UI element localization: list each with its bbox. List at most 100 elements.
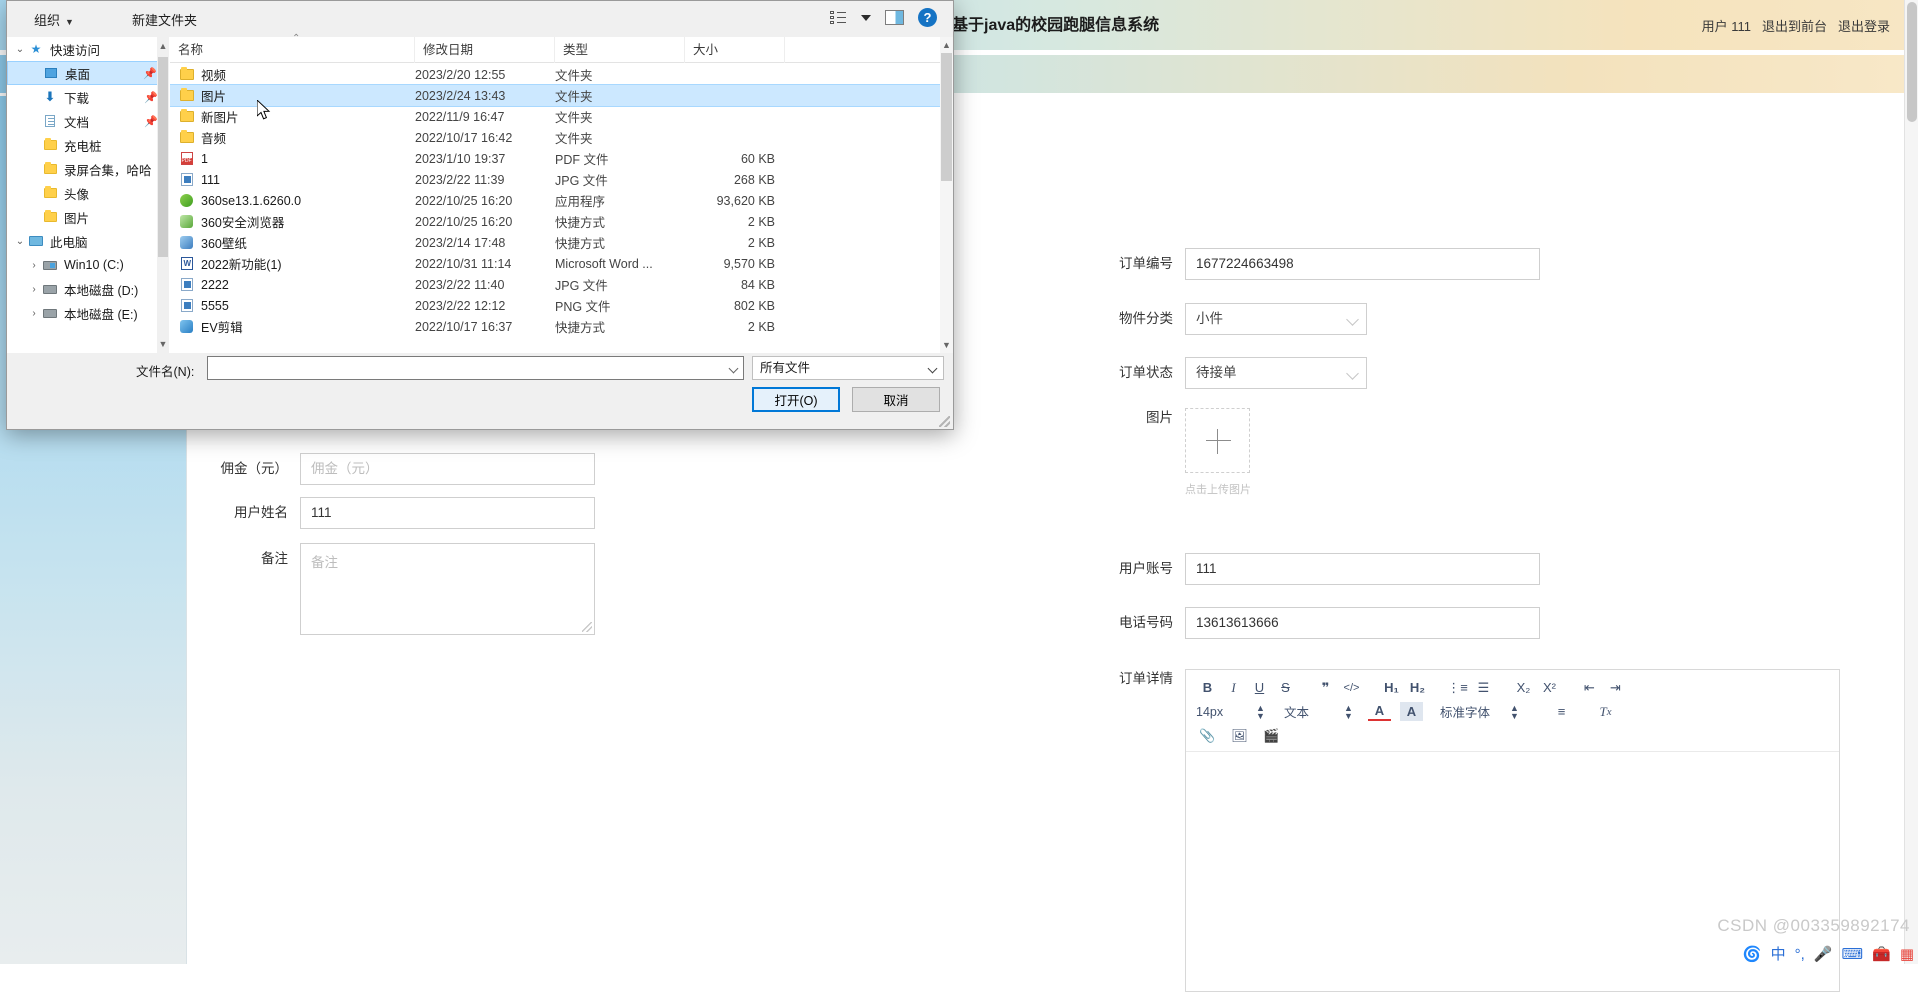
organize-button[interactable]: 组织 ▼ (25, 6, 83, 33)
table-row[interactable]: EV剪辑 2022/10/17 16:37 快捷方式 2 KB (170, 316, 940, 337)
logout-link[interactable]: 退出登录 (1838, 16, 1890, 35)
nav-item-0[interactable]: ⌄ ★ 快速访问 (7, 37, 167, 61)
highlight-color-icon[interactable]: A (1400, 702, 1423, 721)
blockquote-icon[interactable]: ❞ (1314, 678, 1337, 697)
cancel-button[interactable]: 取消 (852, 387, 940, 412)
subscript-icon[interactable]: X₂ (1512, 678, 1535, 697)
logout-to-frontend-link[interactable]: 退出到前台 (1762, 16, 1827, 35)
commission-input[interactable]: 佣金（元） (300, 453, 595, 485)
filetype-select[interactable]: 所有文件 (752, 356, 944, 380)
column-header-size[interactable]: 大小 (685, 36, 785, 63)
underline-icon[interactable]: U (1248, 678, 1271, 697)
scroll-down-icon[interactable]: ▼ (940, 337, 953, 353)
code-icon[interactable]: </> (1340, 678, 1363, 697)
page-scrollbar-thumb[interactable] (1907, 2, 1917, 122)
preview-pane-icon[interactable] (885, 10, 904, 25)
status-select[interactable]: 待接单 (1185, 357, 1367, 389)
browser-tray-icon[interactable]: 🌀 (1743, 947, 1762, 962)
ime-chinese-icon[interactable]: 中 (1771, 947, 1786, 962)
table-row[interactable]: 1 2023/1/10 19:37 PDF 文件 60 KB (170, 148, 940, 169)
outdent-icon[interactable]: ⇤ (1578, 678, 1601, 697)
apps-icon[interactable]: ▦ (1900, 947, 1914, 962)
filename-input[interactable] (207, 356, 744, 380)
table-row[interactable]: 360se13.1.6260.0 2022/10/25 16:20 应用程序 93,6… (170, 190, 940, 211)
column-header-date[interactable]: 修改日期 (415, 36, 555, 63)
file-open-dialog[interactable]: 组织 ▼ 新建文件夹 ? ⌄ ★ 快速访问 桌面 📌 ⬇ 下载 📌 文档 📌 充电桩 录屏合集，哈哈 头像… (6, 0, 954, 430)
unordered-list-icon[interactable]: ☰ (1472, 678, 1495, 697)
block-type-select[interactable]: 文本 ▲ ▼ (1284, 702, 1353, 721)
heading-1-icon[interactable]: H₁ (1380, 678, 1403, 697)
username-input[interactable]: 111 (300, 497, 595, 529)
font-color-icon[interactable]: A (1368, 702, 1391, 721)
nav-item-1[interactable]: 桌面 📌 (7, 61, 167, 85)
rich-text-editor[interactable]: B I U S ❞ </> H₁ H₂ ⋮≡ ☰ X₂ X² ⇤ ⇥ 14px … (1185, 669, 1840, 992)
table-row[interactable]: 360壁纸 2023/2/14 17:48 快捷方式 2 KB (170, 232, 940, 253)
toolbox-icon[interactable]: 🧰 (1872, 947, 1891, 962)
video-icon[interactable]: 🎬 (1260, 726, 1283, 745)
new-folder-button[interactable]: 新建文件夹 (123, 6, 206, 33)
column-header-type[interactable]: 类型 (555, 36, 685, 63)
table-row[interactable]: 5555 2023/2/22 12:12 PNG 文件 802 KB (170, 295, 940, 316)
expand-chevron-icon[interactable]: ⌄ (13, 44, 27, 55)
clear-format-icon[interactable]: Tx (1594, 702, 1617, 721)
page-vertical-scrollbar[interactable] (1904, 0, 1918, 964)
dialog-resize-grip-icon[interactable] (939, 416, 950, 427)
table-row[interactable]: 新图片 2022/11/9 16:47 文件夹 (170, 106, 940, 127)
heading-2-icon[interactable]: H₂ (1406, 678, 1429, 697)
image-upload-button[interactable] (1185, 408, 1250, 473)
help-icon[interactable]: ? (918, 8, 937, 27)
account-input[interactable]: 111 (1185, 553, 1540, 585)
phone-input[interactable]: 13613613666 (1185, 607, 1540, 639)
nav-item-8[interactable]: ⌄ 此电脑 (7, 229, 167, 253)
nav-pane-scrollbar[interactable]: ▲ ▼ (157, 37, 169, 353)
scroll-up-icon[interactable]: ▲ (157, 37, 169, 55)
expand-chevron-icon[interactable]: › (27, 284, 41, 295)
scroll-up-icon[interactable]: ▲ (940, 37, 953, 53)
view-mode-caret-icon[interactable] (861, 14, 871, 21)
pin-icon[interactable]: 📌 (144, 115, 158, 128)
nav-item-2[interactable]: ⬇ 下载 📌 (7, 85, 167, 109)
nav-item-7[interactable]: 图片 (7, 205, 167, 229)
align-icon[interactable]: ≡ (1550, 702, 1573, 721)
nav-item-4[interactable]: 充电桩 (7, 133, 167, 157)
order-no-input[interactable]: 1677224663498 (1185, 248, 1540, 280)
superscript-icon[interactable]: X² (1538, 678, 1561, 697)
navigation-pane[interactable]: ⌄ ★ 快速访问 桌面 📌 ⬇ 下载 📌 文档 📌 充电桩 录屏合集，哈哈 头像 图片 ⌄ 此电脑 › Win10… (7, 37, 167, 353)
table-row[interactable]: 2222 2023/2/22 11:40 JPG 文件 84 KB (170, 274, 940, 295)
nav-item-11[interactable]: › 本地磁盘 (E:) (7, 301, 167, 325)
table-row[interactable]: 视频 2023/2/20 12:55 文件夹 (170, 64, 940, 85)
open-button[interactable]: 打开(O) (752, 387, 840, 412)
pin-icon[interactable]: 📌 (144, 91, 158, 104)
table-row[interactable]: 图片 2023/2/24 13:43 文件夹 (170, 84, 940, 107)
microphone-icon[interactable]: 🎤 (1814, 947, 1833, 962)
italic-icon[interactable]: I (1222, 678, 1245, 697)
view-mode-icon[interactable] (830, 10, 847, 25)
strikethrough-icon[interactable]: S (1274, 678, 1297, 697)
image-icon[interactable]: 🖼 (1228, 726, 1251, 745)
category-select[interactable]: 小件 (1185, 303, 1367, 335)
ime-punctuation-icon[interactable]: °, (1795, 947, 1805, 962)
nav-scrollbar-thumb[interactable] (158, 57, 168, 257)
table-row[interactable]: 音频 2022/10/17 16:42 文件夹 (170, 127, 940, 148)
table-row[interactable]: 360安全浏览器 2022/10/25 16:20 快捷方式 2 KB (170, 211, 940, 232)
pin-icon[interactable]: 📌 (143, 67, 157, 80)
font-size-select[interactable]: 14px ▲ ▼ (1196, 703, 1265, 720)
nav-item-3[interactable]: 文档 📌 (7, 109, 167, 133)
nav-item-6[interactable]: 头像 (7, 181, 167, 205)
expand-chevron-icon[interactable]: ⌄ (13, 236, 27, 247)
chevron-down-icon[interactable] (728, 363, 739, 374)
editor-content-area[interactable] (1186, 751, 1839, 991)
ordered-list-icon[interactable]: ⋮≡ (1446, 678, 1469, 697)
file-list-rows[interactable]: 视频 2023/2/20 12:55 文件夹 图片 2023/2/24 13:43 文件夹… (170, 64, 940, 353)
expand-chevron-icon[interactable]: › (27, 260, 41, 271)
file-list-scrollbar[interactable]: ▲ ▼ (940, 37, 953, 353)
file-scrollbar-thumb[interactable] (941, 53, 952, 181)
nav-item-9[interactable]: › Win10 (C:) (7, 253, 167, 277)
font-family-select[interactable]: 标准字体 ▲ ▼ (1440, 702, 1532, 721)
table-row[interactable]: 111 2023/2/22 11:39 JPG 文件 268 KB (170, 169, 940, 190)
nav-item-10[interactable]: › 本地磁盘 (D:) (7, 277, 167, 301)
remark-textarea[interactable]: 备注 (300, 543, 595, 635)
bold-icon[interactable]: B (1196, 678, 1219, 697)
resize-grip-icon[interactable] (582, 622, 592, 632)
table-row[interactable]: 2022新功能(1) 2022/10/31 11:14 Microsoft Word… (170, 253, 940, 274)
